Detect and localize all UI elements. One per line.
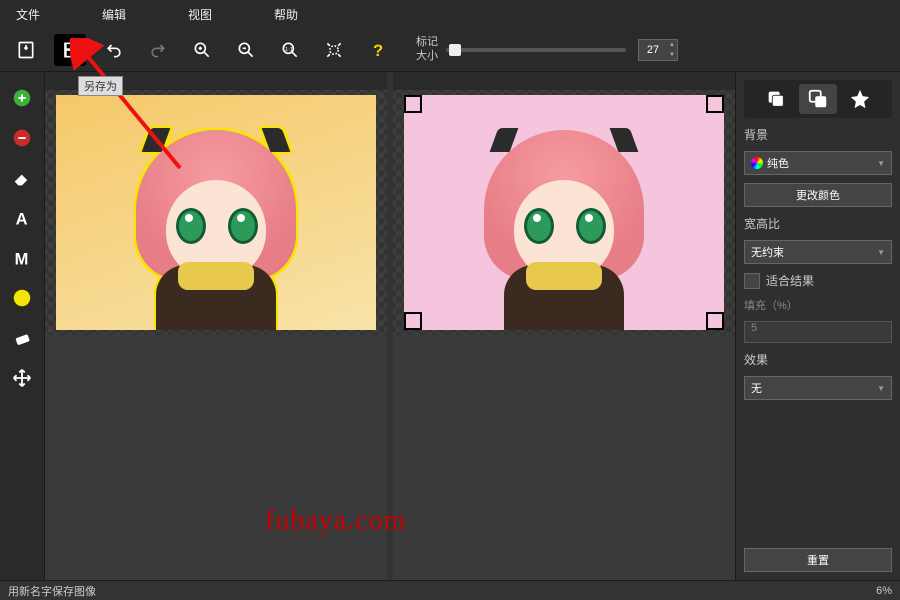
right-panel: 背景 纯色 ▼ 更改颜色 宽高比 无约束 ▼ 适合结果 填充（%） 5 效果 无… [735, 72, 900, 580]
zoom-fit-button[interactable] [318, 34, 350, 66]
fit-result-label: 适合结果 [766, 272, 814, 289]
effect-select[interactable]: 无 ▼ [744, 376, 892, 400]
right-pane [393, 72, 735, 580]
menu-edit[interactable]: 编辑 [96, 4, 132, 25]
fit-result-checkbox[interactable] [744, 273, 760, 289]
ratio-label: 宽高比 [744, 215, 892, 232]
open-button[interactable] [10, 34, 42, 66]
fill-label: 填充（%） [744, 297, 892, 313]
eraser-button[interactable] [4, 160, 40, 196]
add-region-button[interactable] [4, 80, 40, 116]
reset-button[interactable]: 重置 [744, 548, 892, 572]
remove-region-button[interactable] [4, 120, 40, 156]
left-canvas[interactable] [45, 90, 387, 335]
right-canvas[interactable] [393, 90, 735, 335]
source-image [56, 95, 376, 330]
marker-size-spinner[interactable]: ▲ ▼ [638, 39, 678, 61]
tab-layers[interactable] [757, 84, 795, 114]
zoom-percent: 6% [876, 585, 892, 597]
marker-size-input[interactable] [639, 44, 667, 56]
statusbar: 用新名字保存图像 6% [0, 580, 900, 600]
move-button[interactable] [4, 360, 40, 396]
yellow-marker-button[interactable] [4, 280, 40, 316]
change-color-button[interactable]: 更改颜色 [744, 183, 892, 207]
marker-size-label: 标记 大小 [416, 36, 438, 62]
bg-label: 背景 [744, 126, 892, 143]
redo-button[interactable] [142, 34, 174, 66]
canvas-area [45, 72, 735, 580]
menu-help[interactable]: 帮助 [268, 4, 304, 25]
main-area: A M [0, 72, 900, 580]
chevron-down-icon: ▼ [877, 159, 885, 168]
tab-background[interactable] [799, 84, 837, 114]
menu-file[interactable]: 文件 [10, 4, 46, 25]
save-as-tooltip: 另存为 [78, 76, 123, 96]
svg-text:A: A [16, 210, 28, 228]
left-pane [45, 72, 387, 580]
ratio-select[interactable]: 无约束 ▼ [744, 240, 892, 264]
zoom-in-button[interactable] [186, 34, 218, 66]
spinner-down-icon[interactable]: ▼ [667, 50, 677, 60]
white-eraser-button[interactable] [4, 320, 40, 356]
save-button[interactable] [54, 34, 86, 66]
menu-view[interactable]: 视图 [182, 4, 218, 25]
help-icon[interactable]: ? [362, 34, 394, 66]
text-m-button[interactable]: M [4, 240, 40, 276]
chevron-down-icon: ▼ [877, 248, 885, 257]
menubar: 文件 编辑 视图 帮助 [0, 0, 900, 28]
marker-size-slider[interactable] [446, 48, 626, 52]
svg-text:1:1: 1:1 [285, 46, 293, 52]
zoom-actual-button[interactable]: 1:1 [274, 34, 306, 66]
spinner-up-icon[interactable]: ▲ [667, 40, 677, 50]
text-a-button[interactable]: A [4, 200, 40, 236]
fill-input: 5 [744, 321, 892, 343]
toolbar: 1:1 ? 标记 大小 ▲ ▼ [0, 28, 900, 72]
svg-text:M: M [15, 250, 29, 268]
tab-favorite[interactable] [841, 84, 879, 114]
result-image [404, 95, 724, 330]
zoom-out-button[interactable] [230, 34, 262, 66]
effect-label: 效果 [744, 351, 892, 368]
color-wheel-icon [751, 157, 763, 169]
bg-type-select[interactable]: 纯色 ▼ [744, 151, 892, 175]
left-toolbar: A M [0, 72, 45, 580]
undo-button[interactable] [98, 34, 130, 66]
chevron-down-icon: ▼ [877, 384, 885, 393]
svg-text:?: ? [373, 40, 383, 59]
status-text: 用新名字保存图像 [8, 583, 96, 599]
panel-tabs [744, 80, 892, 118]
